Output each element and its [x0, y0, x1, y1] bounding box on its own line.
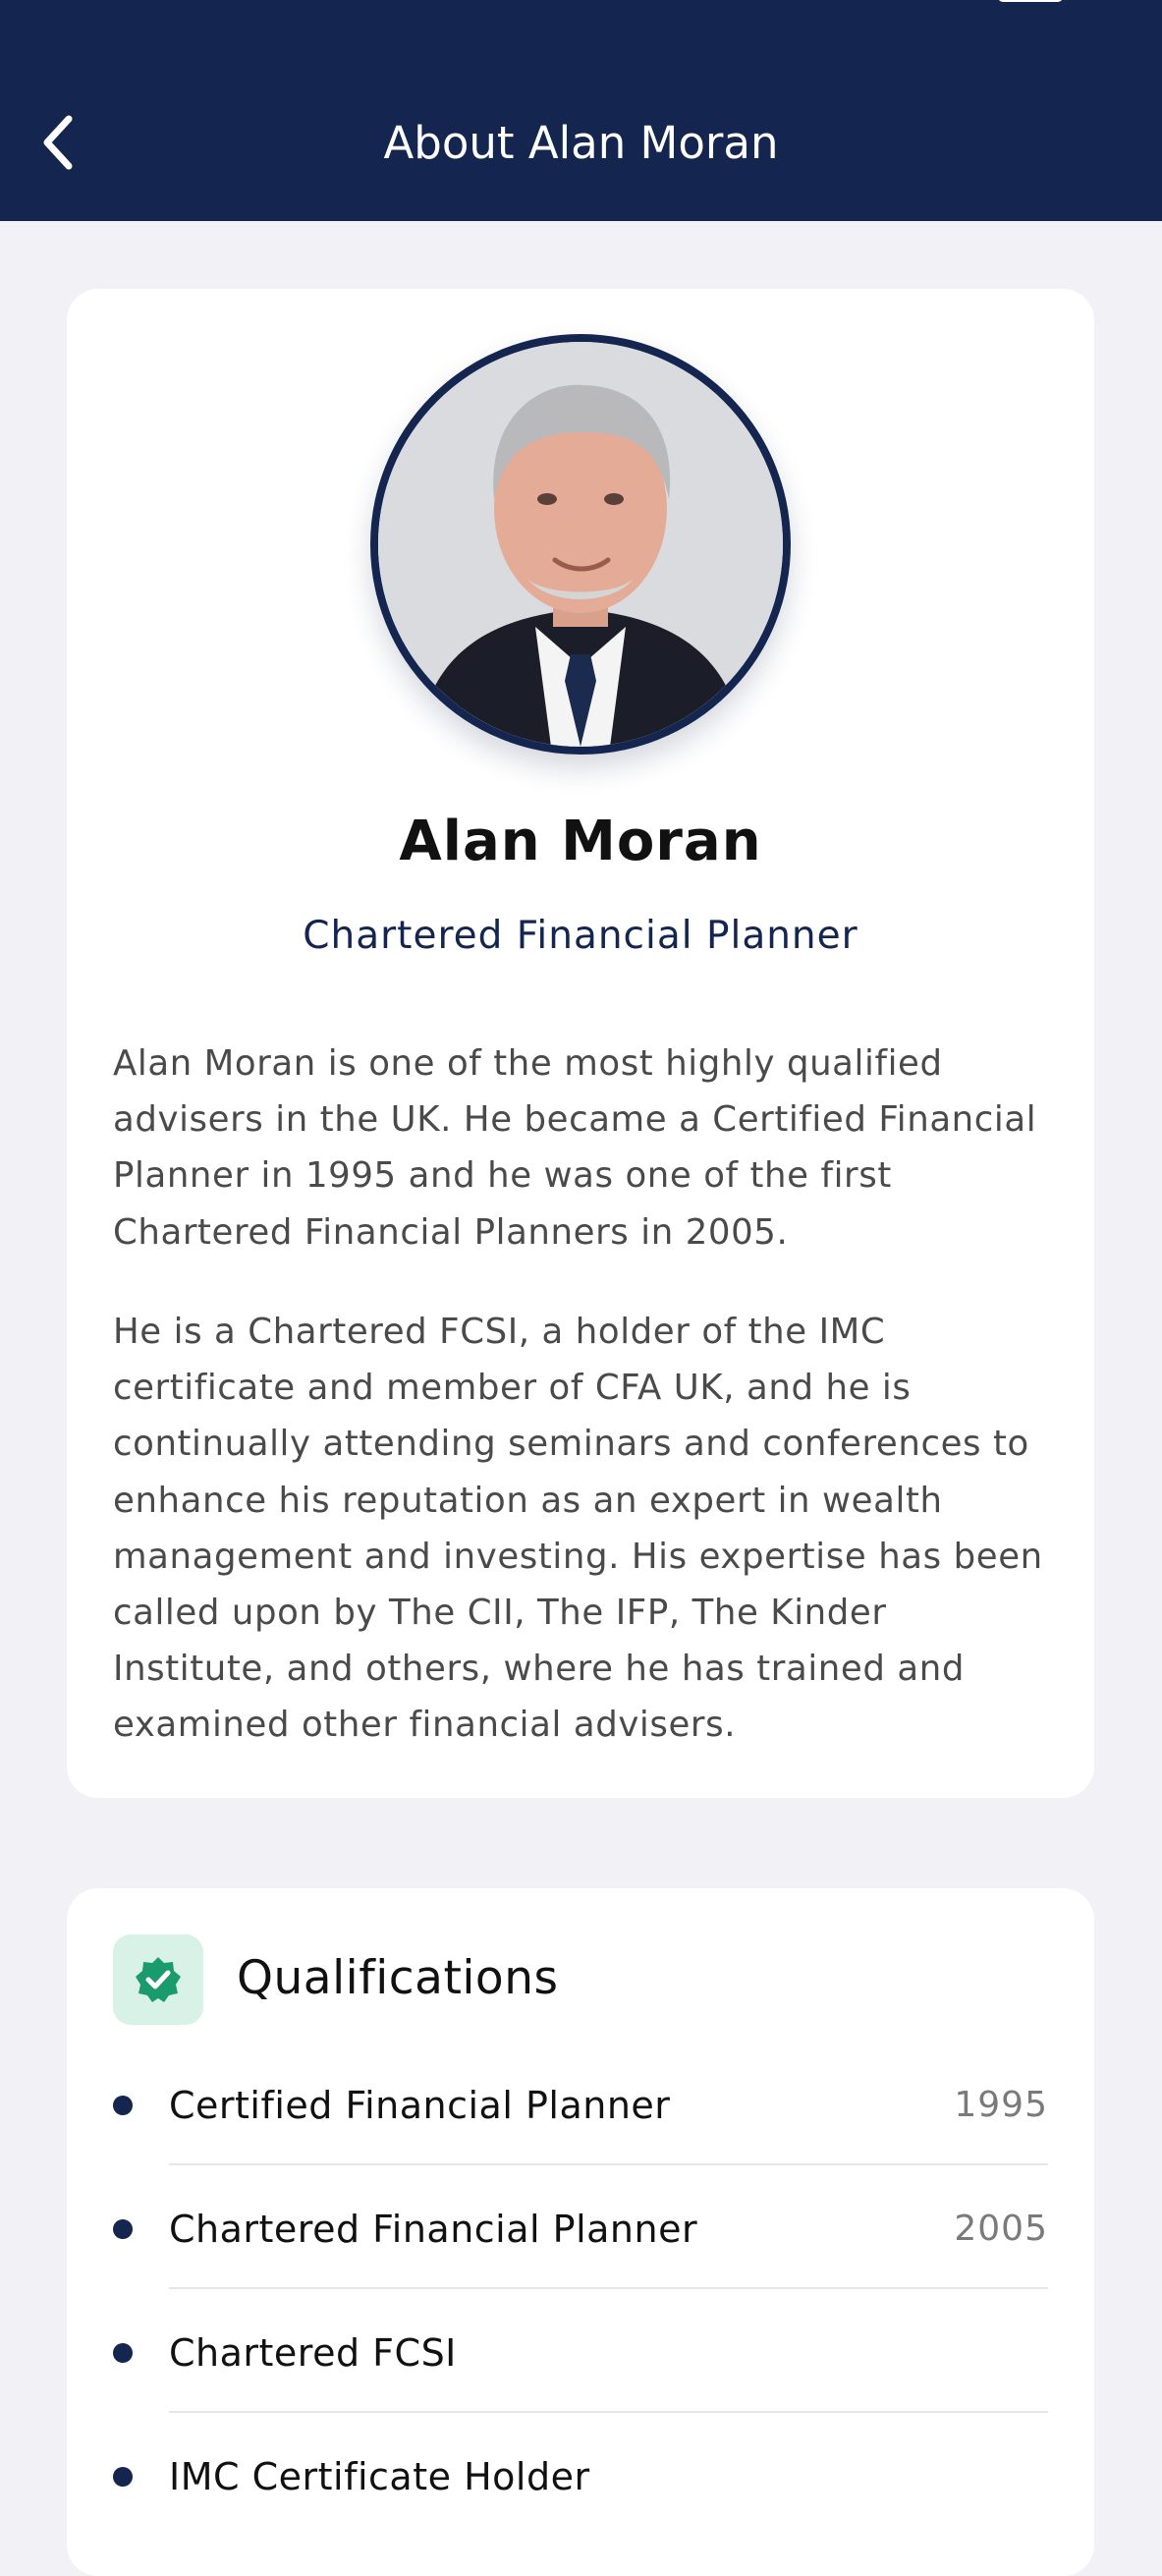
bullet-icon: [113, 2219, 133, 2239]
qualifications-card: Qualifications Certified Financial Plann…: [67, 1888, 1094, 2576]
bullet-icon: [113, 2467, 133, 2487]
qualification-label: Chartered Financial Planner: [169, 2208, 698, 2251]
verified-badge-icon: [113, 1934, 203, 2025]
qualification-item: IMC Certificate Holder: [113, 2413, 1048, 2537]
profile-role: Chartered Financial Planner: [303, 914, 858, 958]
bio-paragraph: He is a Chartered FCSI, a holder of the …: [113, 1312, 1043, 1746]
bullet-icon: [113, 2343, 133, 2363]
qualification-label: IMC Certificate Holder: [169, 2455, 590, 2498]
qualification-label: Certified Financial Planner: [169, 2084, 671, 2127]
qualification-item: Chartered Financial Planner 2005: [113, 2165, 1048, 2289]
profile-card: Alan Moran Chartered Financial Planner A…: [67, 289, 1094, 1798]
profile-name: Alan Moran: [399, 810, 762, 873]
bio-paragraph: Alan Moran is one of the most highly qua…: [113, 1043, 1037, 1253]
qualification-year: 2005: [954, 2209, 1048, 2249]
qualification-year: 1995: [954, 2085, 1048, 2125]
qualification-label: Chartered FCSI: [169, 2331, 457, 2375]
qualification-item: Chartered FCSI: [113, 2289, 1048, 2413]
status-bar-indicator: [998, 0, 1063, 2]
avatar: [370, 334, 791, 755]
qualifications-heading: Qualifications: [237, 1951, 559, 2005]
page-title: About Alan Moran: [383, 117, 779, 169]
top-app-bar: About Alan Moran: [0, 0, 1162, 221]
bullet-icon: [113, 2096, 133, 2115]
qualification-item: Certified Financial Planner 1995: [113, 2042, 1048, 2165]
